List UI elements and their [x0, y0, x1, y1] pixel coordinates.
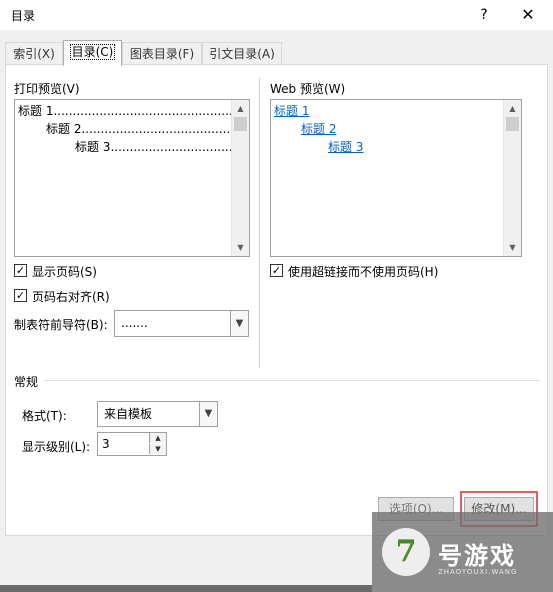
check-icon: ✓ [15, 264, 26, 277]
column-divider [259, 78, 260, 368]
help-button[interactable]: ? [466, 2, 502, 28]
levels-label: 显示级别(L): [22, 440, 91, 454]
tab-leader-select[interactable]: ....... ▼ [114, 310, 249, 337]
format-select[interactable]: 来自模板 ▼ [97, 401, 218, 427]
tab-citations[interactable]: 引文目录(A) [202, 42, 282, 65]
print-preview-box[interactable]: 标题 1....................................… [14, 99, 250, 257]
print-preview-line-2: 标题 2....................................… [46, 122, 250, 136]
scroll-up-icon[interactable]: ▲ [504, 100, 521, 117]
section-divider [44, 380, 540, 381]
watermark-text: 号游戏 [438, 542, 516, 570]
chevron-down-icon[interactable]: ▼ [230, 311, 248, 336]
show-page-numbers-checkbox[interactable]: ✓ [14, 264, 27, 277]
levels-stepper[interactable]: 3 ▲ ▼ [97, 432, 167, 456]
print-preview-label: 打印预览(V) [14, 82, 80, 96]
tab-figures[interactable]: 图表目录(F) [122, 42, 202, 65]
web-preview-box[interactable]: 标题 1 标题 2 标题 3 ▲ ▼ [270, 99, 522, 257]
close-button[interactable]: ✕ [508, 2, 548, 28]
use-hyperlinks-label: 使用超链接而不使用页码(H) [288, 265, 439, 279]
scroll-thumb[interactable] [234, 117, 247, 131]
web-link-heading-3[interactable]: 标题 3 [328, 138, 363, 155]
watermark-subtext: ZHAOYOUXI.WANG [438, 568, 518, 576]
check-icon: ✓ [15, 289, 26, 302]
levels-value[interactable]: 3 [102, 433, 110, 455]
tab-leader-value: ....... [121, 316, 148, 330]
format-label: 格式(T): [22, 409, 67, 423]
check-icon: ✓ [271, 264, 282, 277]
tab-leader-label: 制表符前导符(B): [14, 318, 108, 332]
scroll-up-icon[interactable]: ▲ [232, 100, 249, 117]
print-preview-line-1: 标题 1....................................… [18, 104, 250, 118]
bottom-strip [0, 585, 372, 592]
scroll-thumb[interactable] [506, 117, 519, 131]
spin-up-icon[interactable]: ▲ [149, 433, 166, 443]
web-link-heading-1[interactable]: 标题 1 [274, 102, 309, 119]
watermark-logo: 7 [382, 528, 430, 576]
watermark: 7 号游戏 ZHAOYOUXI.WANG [372, 512, 553, 592]
tab-toc[interactable]: 目录(C) [63, 40, 122, 66]
tab-index[interactable]: 索引(X) [5, 42, 63, 65]
web-preview-scrollbar[interactable]: ▲ ▼ [503, 100, 521, 256]
print-preview-line-3: 标题 3....................................… [75, 140, 250, 154]
format-value: 来自模板 [104, 407, 153, 421]
window-title: 目录 [11, 9, 36, 23]
scroll-down-icon[interactable]: ▼ [232, 239, 249, 256]
right-align-label: 页码右对齐(R) [32, 290, 110, 304]
show-page-numbers-label: 显示页码(S) [32, 265, 97, 279]
spin-down-icon[interactable]: ▼ [149, 444, 166, 454]
web-link-heading-2[interactable]: 标题 2 [301, 120, 336, 137]
web-preview-label: Web 预览(W) [270, 82, 346, 96]
print-preview-scrollbar[interactable]: ▲ ▼ [231, 100, 249, 256]
right-align-checkbox[interactable]: ✓ [14, 289, 27, 302]
chevron-down-icon[interactable]: ▼ [199, 402, 217, 426]
scroll-down-icon[interactable]: ▼ [504, 239, 521, 256]
tab-toc-label: 目录(C) [69, 44, 116, 60]
use-hyperlinks-checkbox[interactable]: ✓ [270, 264, 283, 277]
general-heading: 常规 [14, 375, 39, 389]
